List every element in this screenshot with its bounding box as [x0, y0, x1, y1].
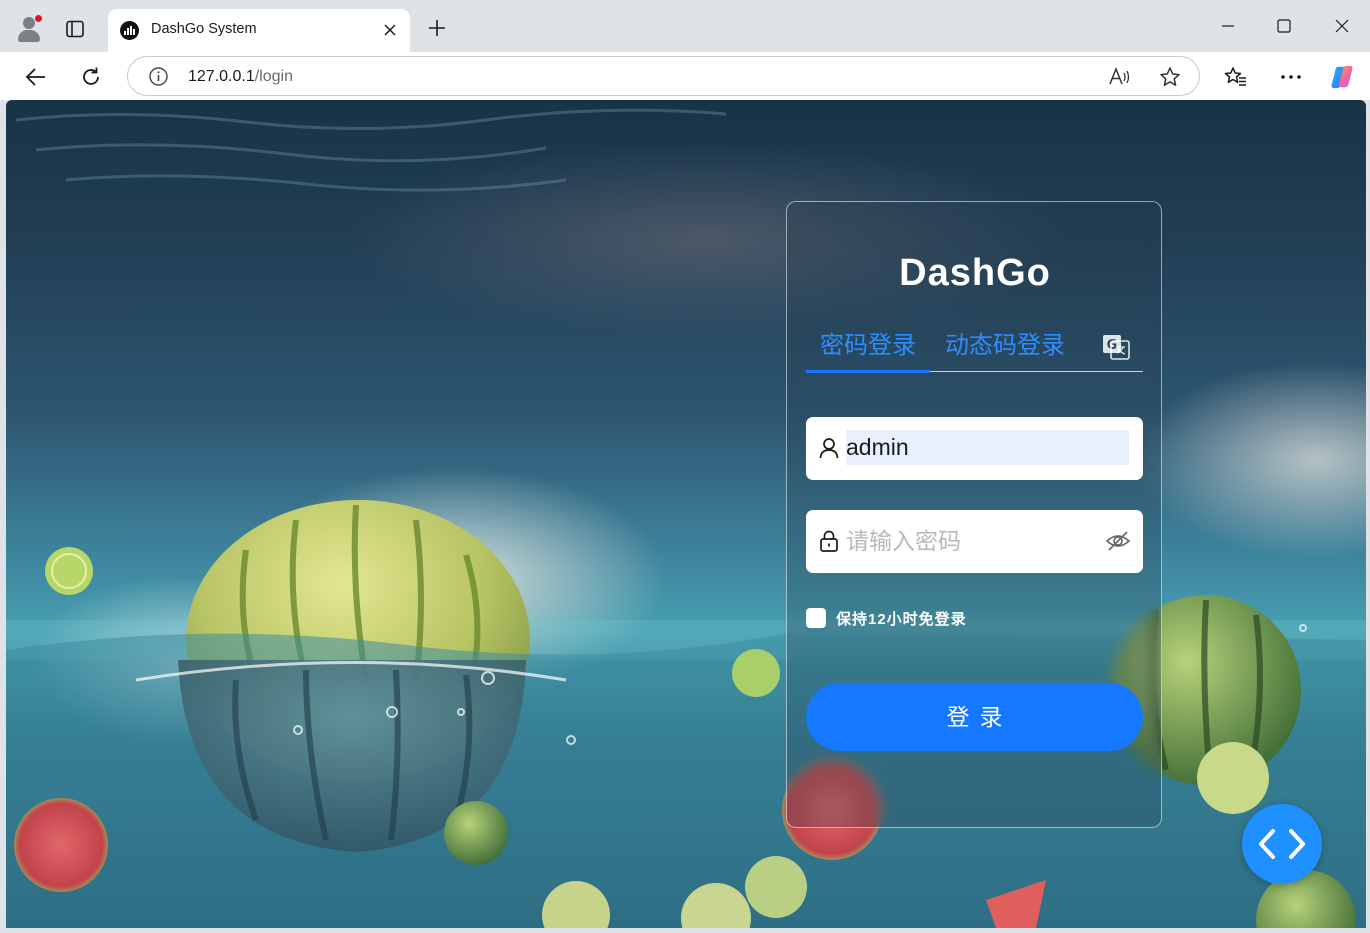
address-bar[interactable]: 127.0.0.1/login	[127, 56, 1200, 96]
code-icon	[1259, 829, 1305, 859]
username-field[interactable]: admin	[806, 417, 1143, 480]
window-close-icon[interactable]	[1322, 10, 1362, 42]
favorites-icon[interactable]	[1223, 64, 1249, 90]
remember-login[interactable]: 保持12小时免登录	[806, 608, 967, 628]
star-icon[interactable]	[1158, 65, 1182, 89]
lock-icon	[820, 530, 838, 552]
more-icon[interactable]	[1278, 64, 1304, 90]
remember-checkbox[interactable]	[806, 608, 826, 628]
minimize-icon[interactable]	[1208, 10, 1248, 42]
user-icon	[819, 438, 839, 459]
refresh-icon[interactable]	[75, 61, 107, 93]
info-icon[interactable]	[148, 66, 169, 87]
close-icon[interactable]	[380, 20, 400, 40]
back-arrow-icon[interactable]	[20, 61, 52, 93]
login-tabs: 密码登录 动态码登录 G	[806, 328, 1143, 373]
url-text: 127.0.0.1/login	[188, 68, 293, 86]
remember-label: 保持12小时免登录	[836, 610, 967, 628]
eye-off-icon[interactable]	[1105, 529, 1131, 553]
tab-title: DashGo System	[151, 21, 257, 37]
maximize-icon[interactable]	[1264, 10, 1304, 42]
tab-otp-login[interactable]: 动态码登录	[942, 328, 1068, 372]
login-button[interactable]: 登录	[806, 683, 1143, 751]
url-host: 127.0.0.1	[188, 68, 255, 85]
profile-avatar-icon[interactable]	[14, 14, 44, 44]
plus-icon[interactable]	[424, 15, 450, 41]
page-viewport: DashGo 密码登录 动态码登录 G admin 请输入密码 保持12小时免登…	[6, 100, 1366, 928]
password-field[interactable]: 请输入密码	[806, 510, 1143, 573]
username-value: admin	[846, 430, 1129, 465]
login-card: DashGo 密码登录 动态码登录 G admin 请输入密码 保持12小时免登…	[786, 201, 1162, 828]
translate-icon[interactable]: G	[1102, 334, 1130, 360]
dev-tools-button[interactable]	[1242, 804, 1322, 884]
read-aloud-icon[interactable]	[1108, 65, 1132, 89]
dashgo-favicon-icon	[120, 21, 139, 40]
vertical-tabs-icon[interactable]	[60, 14, 90, 44]
browser-titlebar: DashGo System	[0, 0, 1370, 52]
login-title: DashGo	[899, 252, 1051, 294]
tab-password-login[interactable]: 密码登录	[806, 328, 930, 373]
browser-toolbar: 127.0.0.1/login	[0, 52, 1370, 100]
url-path: /login	[254, 68, 293, 85]
copilot-icon[interactable]	[1329, 64, 1355, 90]
background-illustration	[6, 108, 1366, 928]
browser-tab[interactable]: DashGo System	[108, 9, 410, 52]
password-placeholder: 请输入密码	[846, 528, 961, 554]
